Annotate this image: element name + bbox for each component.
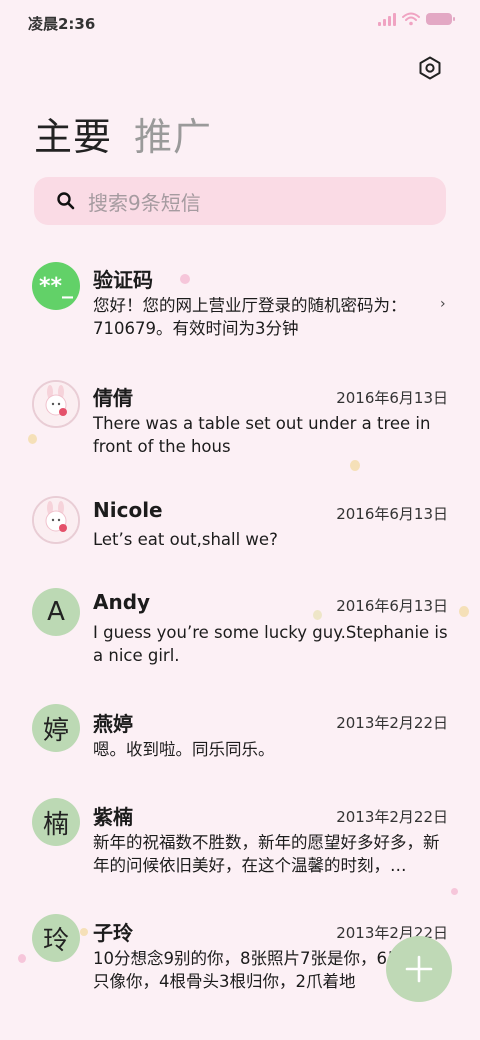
decorative-dot [313,610,322,620]
decorative-dot [80,928,88,936]
decorative-dot [350,460,360,471]
avatar [32,380,80,428]
conversation-item[interactable]: Nicole 2016年6月13日 Let’s eat out,shall we… [0,492,480,572]
status-bar: 凌晨2:36 [0,0,480,44]
conversation-preview: 新年的祝福数不胜数，新年的愿望好多好多，新年的问候依旧美好，在这个温馨的时刻，… [93,833,440,875]
avatar-image-icon [34,498,78,542]
tab-promotions[interactable]: 推广 [134,106,212,161]
status-time: 凌晨2:36 [28,15,96,33]
avatar-text: A [47,597,65,627]
battery-icon [426,13,455,25]
wifi-icon [402,12,420,26]
avatar-text: 玲 [42,925,69,956]
conversation-preview: I guess you’re some lucky guy.Stephanie … [93,623,448,665]
decorative-dot [18,954,26,963]
avatar-text: 楠 [42,809,69,840]
search-input[interactable]: 搜索9条短信 [34,177,446,225]
conversation-date: 2016年6月13日 [336,597,448,615]
conversation-preview: 嗯。收到啦。同乐同乐。 [93,740,275,759]
status-icons [378,12,455,26]
conversation-date: 2016年6月13日 [336,505,448,523]
conversation-name: 燕婷 [93,712,133,736]
chevron-right-icon: › [440,296,446,312]
tab-primary[interactable]: 主要 [34,106,112,161]
conversation-name: 紫楠 [93,805,133,829]
search-icon [57,192,75,210]
conversation-name: Nicole [93,498,163,522]
settings-icon [419,56,441,80]
avatar: **_ [32,262,80,310]
avatar-image-icon [34,382,78,426]
conversation-date: 2013年2月22日 [336,714,448,732]
avatar: 楠 [32,798,80,846]
avatar: A [32,588,80,636]
avatar-text: 婷 [42,715,69,746]
conversation-preview: Let’s eat out,shall we? [93,530,278,549]
decorative-dot [451,888,458,895]
decorative-dot [459,606,469,617]
search-placeholder: 搜索9条短信 [88,190,201,215]
settings-button[interactable] [414,52,446,84]
conversation-date: 2013年2月22日 [336,808,448,826]
avatar-text: **_ [38,273,73,299]
conversation-name: 倩倩 [93,386,133,410]
conversation-name: 子玲 [93,921,133,945]
decorative-dot [28,434,37,444]
conversation-item[interactable]: 婷 燕婷 2013年2月22日 嗯。收到啦。同乐同乐。 [0,702,480,782]
conversation-name: 验证码 [93,268,153,292]
avatar [32,496,80,544]
decorative-dot [180,274,190,284]
tab-bar: 主要 推广 [34,106,212,161]
conversation-preview: 您好！您的网上营业厅登录的随机密码为：710679。有效时间为3分钟 [93,296,407,338]
conversation-item[interactable]: A Andy 2016年6月13日 I guess you’re some lu… [0,586,480,686]
conversation-item[interactable]: 楠 紫楠 2013年2月22日 新年的祝福数不胜数，新年的愿望好多好多，新年的问… [0,796,480,896]
avatar: 婷 [32,704,80,752]
conversation-name: Andy [93,590,151,614]
avatar: 玲 [32,914,80,962]
conversation-item[interactable]: **_ 验证码 › 您好！您的网上营业厅登录的随机密码为：710679。有效时间… [0,258,480,358]
conversation-preview: There was a table set out under a tree i… [93,414,431,456]
conversation-item[interactable]: 倩倩 2016年6月13日 There was a table set out … [0,376,480,476]
plus-icon [405,955,433,983]
signal-icon [378,12,396,26]
conversation-date: 2016年6月13日 [336,389,448,407]
compose-button[interactable] [386,936,452,1002]
